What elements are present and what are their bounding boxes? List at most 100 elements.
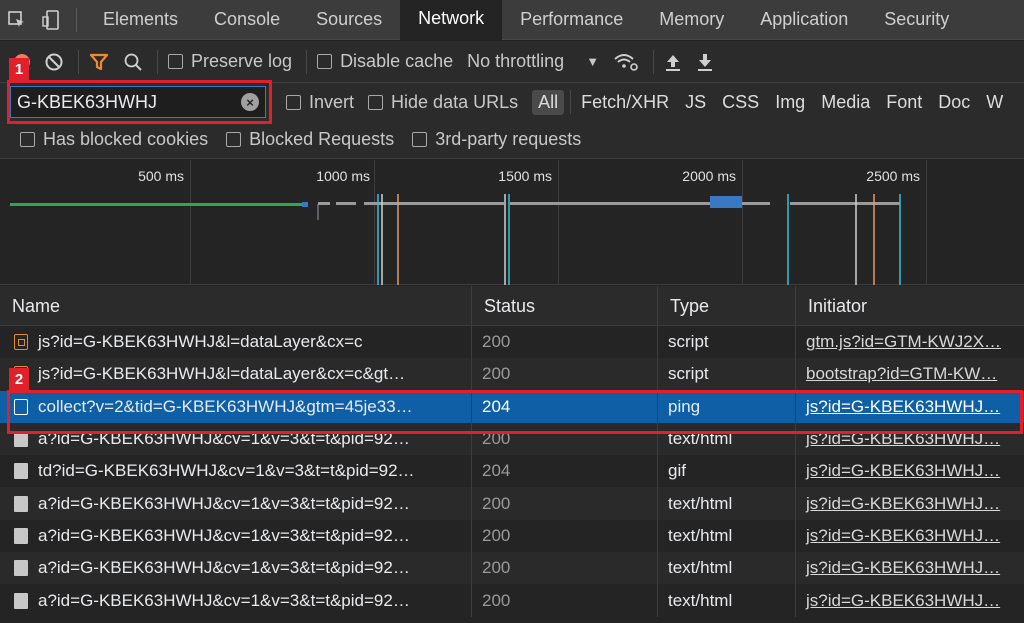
- table-row[interactable]: js?id=G-KBEK63HWHJ&l=dataLayer&cx=c 200 sc…: [0, 326, 1024, 359]
- type-filter-ws[interactable]: W: [978, 92, 1011, 113]
- upload-icon: [666, 54, 681, 71]
- filter-toggle-button[interactable]: [89, 52, 109, 72]
- throttling-select[interactable]: No throttling ▼: [467, 51, 599, 72]
- invert-label: Invert: [309, 91, 355, 112]
- tab-security[interactable]: Security: [866, 0, 967, 40]
- has-blocked-cookies-label: Has blocked cookies: [43, 129, 209, 149]
- type-filter-doc[interactable]: Doc: [930, 92, 978, 113]
- request-initiator-link[interactable]: js?id=G-KBEK63HWHJ…: [796, 520, 1024, 552]
- blocked-requests-checkbox[interactable]: Blocked Requests: [226, 129, 394, 150]
- request-name-cell[interactable]: a?id=G-KBEK63HWHJ&cv=1&v=3&t=t&pid=92…: [0, 487, 472, 520]
- doc-icon: [14, 463, 28, 480]
- request-type-cell: text/html: [658, 519, 796, 553]
- tab-network[interactable]: Network: [400, 0, 503, 40]
- request-name-cell[interactable]: a?id=G-KBEK63HWHJ&cv=1&v=3&t=t&pid=92…: [0, 552, 472, 585]
- timeline-bar: [710, 196, 742, 208]
- table-row[interactable]: a?id=G-KBEK63HWHJ&cv=1&v=3&t=t&pid=92… 20…: [0, 519, 1024, 553]
- clear-button[interactable]: [44, 52, 64, 72]
- type-filter-img[interactable]: Img: [767, 92, 813, 113]
- network-overview-timeline[interactable]: 500 ms 1000 ms 1500 ms 2000 ms 2500 ms: [0, 160, 1024, 285]
- request-status-cell: 200: [472, 519, 658, 553]
- invert-checkbox[interactable]: Invert: [286, 92, 354, 113]
- table-row[interactable]: a?id=G-KBEK63HWHJ&cv=1&v=3&t=t&pid=92… 20…: [0, 584, 1024, 617]
- doc-icon: [14, 560, 28, 577]
- network-conditions-button[interactable]: [613, 52, 639, 72]
- request-type-cell: script: [658, 358, 796, 391]
- request-initiator-link[interactable]: bootstrap?id=GTM-KW…: [796, 358, 1024, 390]
- table-header: Name Status Type Initiator: [0, 286, 1024, 326]
- timeline-bar: [10, 203, 308, 206]
- toolbar-separator: [78, 49, 79, 74]
- disable-cache-checkbox[interactable]: Disable cache: [317, 51, 453, 72]
- timeline-bar: [510, 202, 710, 205]
- request-type-cell: text/html: [658, 584, 796, 617]
- tab-elements[interactable]: Elements: [85, 0, 196, 40]
- export-har-button[interactable]: [696, 52, 714, 72]
- tab-console[interactable]: Console: [196, 0, 298, 40]
- type-filter-media[interactable]: Media: [813, 92, 878, 113]
- type-filter-js[interactable]: JS: [677, 92, 714, 113]
- annotation-box-2: [7, 390, 1023, 434]
- column-header-status[interactable]: Status: [472, 286, 658, 326]
- timeline-bars: [10, 194, 901, 285]
- filter-icon: [89, 53, 109, 70]
- import-har-button[interactable]: [664, 52, 682, 72]
- column-header-name[interactable]: Name: [0, 286, 472, 326]
- column-header-type[interactable]: Type: [658, 286, 796, 326]
- request-status-cell: 200: [472, 552, 658, 585]
- column-header-initiator[interactable]: Initiator: [796, 286, 1024, 326]
- toolbar-separator: [653, 49, 655, 74]
- table-row[interactable]: a?id=G-KBEK63HWHJ&cv=1&v=3&t=t&pid=92… 20…: [0, 487, 1024, 520]
- request-initiator-link[interactable]: gtm.js?id=GTM-KWJ2X…: [796, 326, 1024, 358]
- type-filter-all[interactable]: All: [532, 89, 565, 115]
- device-toolbar-icon[interactable]: [34, 0, 68, 40]
- filter-separator: [570, 90, 572, 114]
- timeline-bar: [302, 202, 308, 207]
- request-name: js?id=G-KBEK63HWHJ&l=dataLayer&cx=c: [38, 332, 363, 352]
- request-type-cell: script: [658, 326, 796, 359]
- tab-application[interactable]: Application: [742, 0, 866, 40]
- checkbox-icon: [412, 132, 428, 147]
- request-initiator-link[interactable]: js?id=G-KBEK63HWHJ…: [796, 552, 1024, 584]
- type-filter-fetch-xhr[interactable]: Fetch/XHR: [573, 92, 677, 113]
- wifi-settings-icon: [614, 53, 638, 71]
- blocked-filter-bar: Has blocked cookies Blocked Requests 3rd…: [0, 121, 1024, 159]
- timeline-bar: [740, 202, 770, 205]
- request-status-cell: 200: [472, 358, 658, 391]
- tab-performance[interactable]: Performance: [502, 0, 641, 40]
- request-name-cell[interactable]: js?id=G-KBEK63HWHJ&l=dataLayer&cx=c: [0, 326, 472, 359]
- timeline-bar: [318, 202, 330, 205]
- checkbox-icon: [317, 54, 333, 69]
- request-initiator-link[interactable]: js?id=G-KBEK63HWHJ…: [796, 487, 1024, 519]
- request-initiator-link[interactable]: js?id=G-KBEK63HWHJ…: [796, 455, 1024, 487]
- checkbox-icon: [226, 132, 242, 147]
- devtools-tab-bar: Elements Console Sources Network Perform…: [0, 0, 1024, 40]
- type-filter-font[interactable]: Font: [878, 92, 930, 113]
- request-name: js?id=G-KBEK63HWHJ&l=dataLayer&cx=c&gt…: [38, 364, 406, 384]
- request-name-cell[interactable]: a?id=G-KBEK63HWHJ&cv=1&v=3&t=t&pid=92…: [0, 519, 472, 553]
- request-status-cell: 200: [472, 326, 658, 359]
- tab-memory[interactable]: Memory: [641, 0, 742, 40]
- network-requests-table: Name Status Type Initiator js?id=G-KBEK6…: [0, 286, 1024, 623]
- checkbox-icon: [20, 132, 35, 147]
- search-button[interactable]: [123, 52, 143, 72]
- table-row[interactable]: a?id=G-KBEK63HWHJ&cv=1&v=3&t=t&pid=92… 20…: [0, 552, 1024, 585]
- table-row[interactable]: td?id=G-KBEK63HWHJ&cv=1&v=3&t=t&pid=92… 2…: [0, 455, 1024, 488]
- annotation-badge-1: 1: [9, 58, 29, 80]
- type-filter-css[interactable]: CSS: [714, 92, 767, 113]
- request-initiator-link[interactable]: js?id=G-KBEK63HWHJ…: [796, 584, 1024, 616]
- request-name: a?id=G-KBEK63HWHJ&cv=1&v=3&t=t&pid=92…: [38, 493, 410, 513]
- third-party-requests-checkbox[interactable]: 3rd-party requests: [412, 129, 581, 150]
- tab-sources[interactable]: Sources: [298, 0, 400, 40]
- has-blocked-cookies-checkbox[interactable]: Has blocked cookies: [20, 129, 208, 150]
- checkbox-icon: [168, 54, 183, 69]
- annotation-box-1: [7, 80, 272, 124]
- hide-data-urls-checkbox[interactable]: Hide data URLs: [368, 92, 518, 113]
- request-name-cell[interactable]: js?id=G-KBEK63HWHJ&l=dataLayer&cx=c&gt…: [0, 358, 472, 391]
- doc-icon: [14, 495, 28, 512]
- inspect-element-icon[interactable]: [0, 0, 34, 40]
- request-name-cell[interactable]: a?id=G-KBEK63HWHJ&cv=1&v=3&t=t&pid=92…: [0, 584, 472, 617]
- table-row[interactable]: js?id=G-KBEK63HWHJ&l=dataLayer&cx=c&gt… 2…: [0, 358, 1024, 391]
- request-name-cell[interactable]: td?id=G-KBEK63HWHJ&cv=1&v=3&t=t&pid=92…: [0, 455, 472, 488]
- preserve-log-checkbox[interactable]: Preserve log: [168, 51, 292, 72]
